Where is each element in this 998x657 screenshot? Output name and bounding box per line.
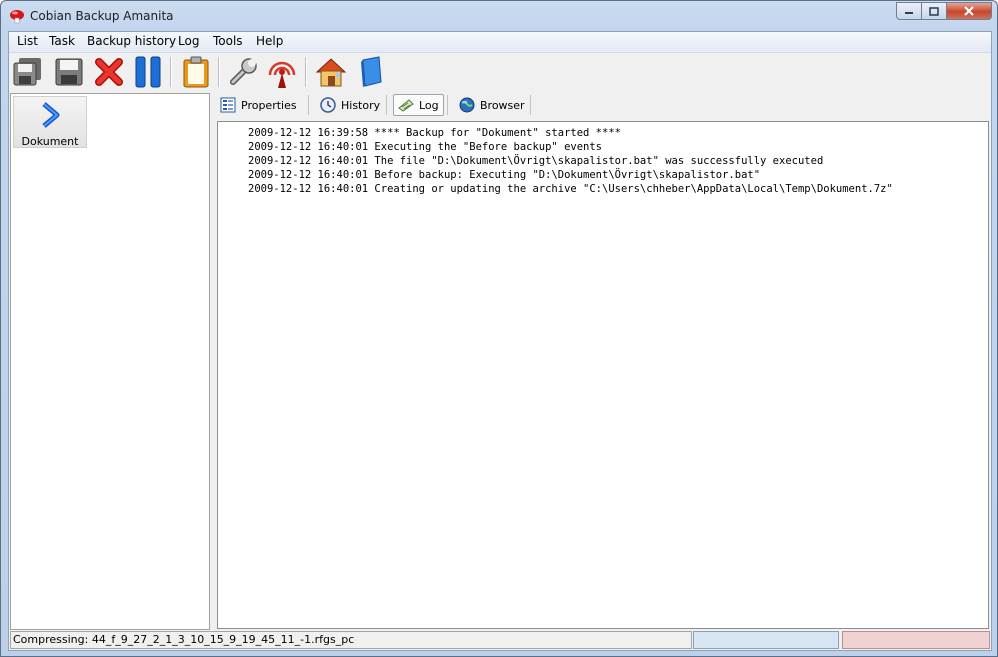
pause-button[interactable]: [131, 55, 165, 89]
save-button[interactable]: [52, 55, 86, 89]
log-line: 2009-12-12 16:40:01 Before backup: Execu…: [248, 169, 761, 181]
maximize-button[interactable]: [922, 2, 947, 20]
client-area: List Task Backup history Log Tools Help: [8, 31, 992, 651]
window-title: Cobian Backup Amanita: [30, 9, 174, 23]
globe-icon: [459, 97, 475, 113]
tab-browser-label: Browser: [480, 98, 525, 112]
menu-list[interactable]: List: [14, 34, 41, 48]
wrench-icon: [230, 58, 257, 85]
menu-backup-history[interactable]: Backup history: [84, 34, 179, 48]
tab-history[interactable]: History: [320, 94, 380, 116]
pause-icon: [135, 56, 161, 88]
app-logo-icon: [10, 10, 24, 24]
delete-icon: [95, 58, 123, 86]
chevron-right-icon: [42, 102, 60, 128]
tab-bar: Properties History Log Browser: [216, 92, 991, 116]
close-button[interactable]: [947, 2, 992, 20]
tab-log[interactable]: Log: [393, 94, 444, 116]
tab-log-label: Log: [419, 98, 439, 112]
antenna-icon: [268, 61, 296, 88]
maximize-icon: [929, 6, 939, 16]
task-item-dokument[interactable]: Dokument: [13, 96, 87, 148]
app-window: Cobian Backup Amanita List Task Backup h…: [0, 0, 998, 657]
clipboard-icon: [183, 56, 209, 88]
menu-tools[interactable]: Tools: [210, 34, 246, 48]
minimize-button[interactable]: [896, 2, 922, 20]
title-bar[interactable]: Cobian Backup Amanita: [1, 1, 997, 31]
menu-task[interactable]: Task: [46, 34, 78, 48]
close-icon: [964, 6, 974, 16]
menu-bar: List Task Backup history Log Tools Help: [9, 32, 991, 53]
delete-button[interactable]: [92, 55, 126, 89]
log-line: 2009-12-12 16:40:01 The file "D:\Dokumen…: [248, 155, 824, 167]
settings-button[interactable]: [226, 55, 260, 89]
task-label: Dokument: [21, 135, 79, 148]
log-line: 2009-12-12 16:40:01 Executing the "Befor…: [248, 141, 603, 153]
tab-history-label: History: [341, 98, 381, 112]
save-icon: [55, 58, 83, 86]
book-icon: [361, 56, 382, 87]
status-bar: Compressing: 44_f_9_27_2_1_3_10_15_9_19_…: [9, 630, 991, 650]
clipboard-button[interactable]: [179, 55, 213, 89]
log-line: 2009-12-12 16:40:01 Creating or updating…: [248, 183, 893, 195]
help-book-button[interactable]: [354, 55, 388, 89]
status-progress-panel: [693, 631, 839, 649]
task-list-panel[interactable]: Dokument: [10, 93, 210, 630]
status-text: Compressing: 44_f_9_27_2_1_3_10_15_9_19_…: [10, 631, 692, 649]
menu-log[interactable]: Log: [175, 34, 202, 48]
run-all-icon: [13, 58, 41, 86]
log-lines: 2009-12-12 16:39:58 **** Backup for "Dok…: [218, 126, 893, 196]
menu-help[interactable]: Help: [253, 34, 286, 48]
home-icon: [315, 58, 347, 87]
log-icon: [398, 99, 414, 112]
clock-icon: [320, 97, 336, 113]
status-indicator-panel: [842, 631, 990, 649]
log-view[interactable]: 2009-12-12 16:39:58 **** Backup for "Dok…: [217, 121, 989, 629]
minimize-icon: [905, 12, 913, 14]
tab-properties[interactable]: Properties: [220, 94, 297, 116]
run-all-button[interactable]: [11, 55, 45, 89]
log-line: 2009-12-12 16:39:58 **** Backup for "Dok…: [248, 127, 621, 139]
tab-properties-label: Properties: [241, 98, 297, 112]
antenna-button[interactable]: [265, 55, 299, 89]
home-button[interactable]: [314, 55, 348, 89]
tab-browser[interactable]: Browser: [459, 94, 525, 116]
toolbar: [9, 53, 991, 91]
properties-icon: [220, 97, 236, 113]
